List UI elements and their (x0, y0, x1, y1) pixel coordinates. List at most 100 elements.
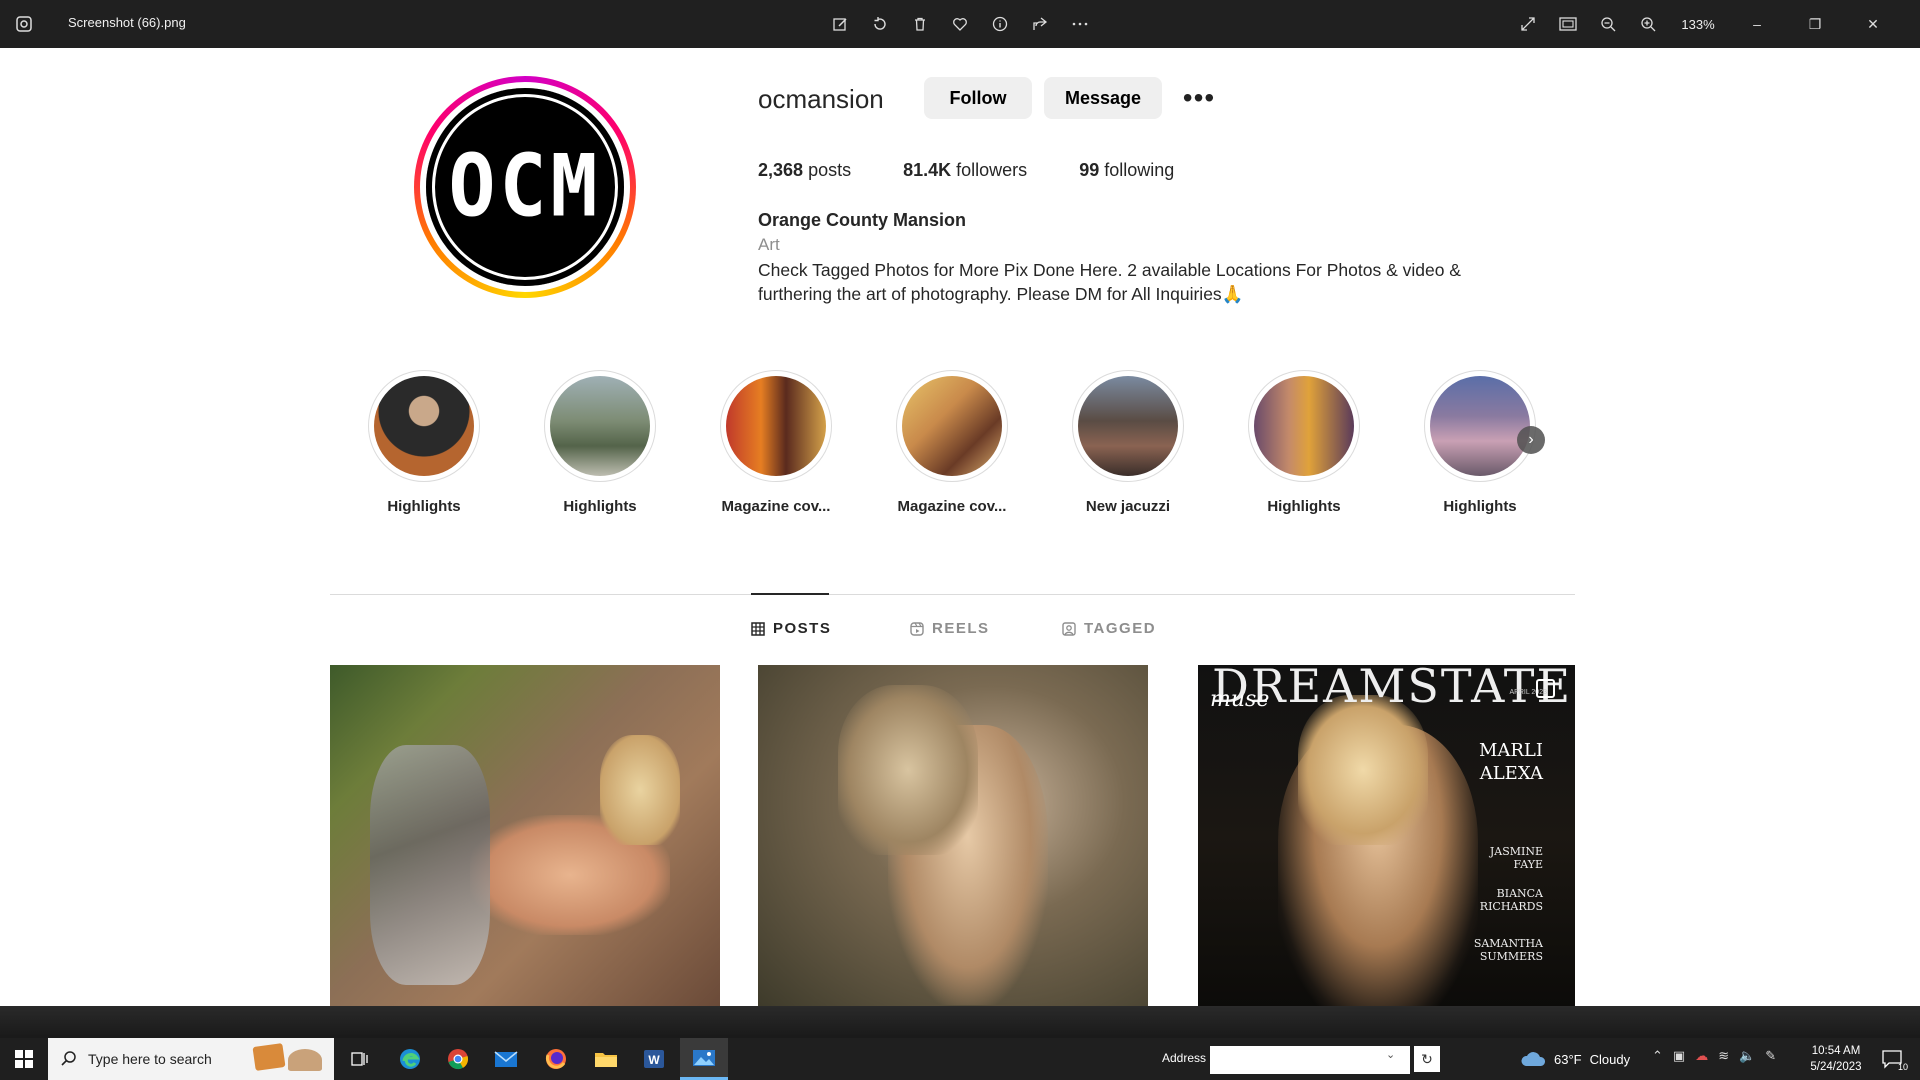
clock[interactable]: 10:54 AM 5/24/2023 (1800, 1043, 1872, 1075)
post-photo-hair (838, 685, 978, 855)
task-view-icon[interactable] (336, 1038, 384, 1080)
meet-icon[interactable]: ▣ (1673, 1048, 1685, 1064)
profile-tabs: POSTS REELS TAGGED (330, 620, 1575, 644)
svg-text:W: W (648, 1053, 660, 1067)
highlight-label: Highlights (1267, 498, 1341, 515)
post-photo-detail (370, 745, 490, 985)
zoom-level[interactable]: 133% (1674, 17, 1722, 32)
chevron-up-icon[interactable]: ⌃ (1652, 1048, 1663, 1064)
highlight-item[interactable]: Highlights (1234, 370, 1374, 515)
highlight-thumbnail (550, 376, 650, 476)
message-button[interactable]: Message (1044, 77, 1162, 119)
photos-title-bar: Screenshot (66).png 133% – ❐ ✕ (0, 0, 1920, 48)
close-icon[interactable]: ✕ (1850, 0, 1896, 48)
following-count[interactable]: 99 following (1079, 160, 1174, 181)
weather-widget[interactable]: 63°F Cloudy (1520, 1050, 1630, 1068)
magazine-name: SAMANTHA SUMMERS (1473, 937, 1543, 963)
weather-desc: Cloudy (1589, 1051, 1631, 1067)
tag-icon (1062, 621, 1076, 636)
username: ocmansion (758, 84, 884, 114)
zoom-out-icon[interactable] (1594, 10, 1622, 38)
highlight-thumbnail (726, 376, 826, 476)
edit-icon[interactable] (826, 10, 854, 38)
taskbar-search[interactable]: Type here to search (48, 1038, 334, 1080)
story-highlights: Highlights Highlights Magazine cov... Ma… (330, 370, 1575, 520)
weather-temp: 63°F (1554, 1051, 1582, 1067)
fullscreen-icon[interactable] (1514, 10, 1542, 38)
info-icon[interactable] (986, 10, 1014, 38)
mail-icon[interactable] (482, 1038, 530, 1080)
address-input[interactable] (1210, 1046, 1410, 1074)
image-canvas: OCM ocmansion Follow Message ••• 2,368 p… (0, 48, 1920, 1056)
logo-text: OCM (448, 137, 602, 237)
bio: Check Tagged Photos for More Pix Done He… (758, 260, 1461, 304)
ocm-logo: OCM (426, 88, 624, 286)
file-name: Screenshot (66).png (68, 15, 186, 30)
post-thumbnail-magazine[interactable]: DREAMSTATE muse APRIL 2023 MARLI ALEXA J… (1198, 665, 1575, 1008)
fit-icon[interactable] (1554, 10, 1582, 38)
post-thumbnail[interactable] (758, 665, 1148, 1008)
highlight-thumbnail (1430, 376, 1530, 476)
minimize-icon[interactable]: – (1734, 0, 1780, 48)
notification-icon[interactable]: 10 (1876, 1046, 1908, 1072)
highlight-label: Magazine cov... (897, 498, 1007, 515)
file-explorer-icon[interactable] (582, 1038, 630, 1080)
chevron-down-icon[interactable]: ⌄ (1386, 1048, 1395, 1061)
highlight-item[interactable]: New jacuzzi (1058, 370, 1198, 515)
network-icon[interactable]: ≋ (1718, 1048, 1729, 1064)
windows-start-icon[interactable] (0, 1038, 48, 1080)
highlight-item[interactable]: Magazine cov... (882, 370, 1022, 515)
volume-icon[interactable]: 🔈 (1739, 1048, 1755, 1064)
firefox-icon[interactable] (532, 1038, 580, 1080)
clock-date: 5/24/2023 (1810, 1061, 1862, 1073)
tab-tagged-label: TAGGED (1084, 620, 1157, 637)
word-icon[interactable]: W (630, 1038, 678, 1080)
system-tray: ⌃ ▣ ☁ ≋ 🔈 ✎ (1652, 1048, 1776, 1064)
post-thumbnail[interactable] (330, 665, 720, 1008)
edge-icon[interactable] (386, 1038, 434, 1080)
follow-button[interactable]: Follow (924, 77, 1032, 119)
magazine-name: BIANCA RICHARDS (1479, 887, 1543, 913)
grid-icon (751, 621, 765, 636)
more-icon[interactable] (1066, 10, 1094, 38)
highlight-item[interactable]: Highlights (354, 370, 494, 515)
post-photo-hair (600, 735, 680, 845)
highlight-thumbnail (1078, 376, 1178, 476)
full-name: Orange County Mansion (758, 210, 967, 230)
highlight-label: Highlights (387, 498, 461, 515)
followers-count[interactable]: 81.4K followers (903, 160, 1027, 181)
highlight-item[interactable]: Magazine cov... (706, 370, 846, 515)
profile-stats: 2,368 posts 81.4K followers 99 following (758, 160, 1174, 181)
onedrive-icon[interactable]: ☁ (1695, 1048, 1708, 1064)
tabs-divider (330, 594, 1575, 595)
magazine-cover-star: MARLI ALEXA (1478, 740, 1543, 784)
photos-icon[interactable] (680, 1038, 728, 1080)
heart-icon[interactable] (946, 10, 974, 38)
tab-reels-label: REELS (932, 620, 990, 637)
profile-options-icon[interactable]: ••• (1178, 77, 1220, 119)
notification-count: 10 (1897, 1062, 1908, 1072)
zoom-in-icon[interactable] (1634, 10, 1662, 38)
chevron-right-icon[interactable]: › (1517, 426, 1545, 454)
address-label: Address (1162, 1051, 1207, 1065)
restore-icon[interactable]: ❐ (1792, 0, 1838, 48)
multiple-photos-icon (1536, 679, 1555, 698)
delete-icon[interactable] (906, 10, 934, 38)
tab-posts-label: POSTS (773, 620, 832, 637)
highlight-item[interactable]: Highlights (530, 370, 670, 515)
magazine-name: JASMINE FAYE (1489, 845, 1543, 871)
tab-posts[interactable]: POSTS (751, 620, 831, 637)
instagram-profile: OCM ocmansion Follow Message ••• 2,368 p… (330, 48, 1575, 1008)
pen-icon[interactable]: ✎ (1765, 1048, 1776, 1064)
highlight-label: Magazine cov... (721, 498, 831, 515)
refresh-icon[interactable]: ↻ (1414, 1046, 1440, 1072)
chrome-icon[interactable] (434, 1038, 482, 1080)
share-icon[interactable] (1026, 10, 1054, 38)
clock-time: 10:54 AM (1811, 1045, 1861, 1057)
cloud-icon (1521, 1052, 1546, 1066)
rotate-icon[interactable] (866, 10, 894, 38)
tab-reels[interactable]: REELS (910, 620, 990, 637)
tab-tagged[interactable]: TAGGED (1062, 620, 1156, 637)
highlight-thumbnail (374, 376, 474, 476)
profile-avatar[interactable]: OCM (414, 76, 636, 298)
